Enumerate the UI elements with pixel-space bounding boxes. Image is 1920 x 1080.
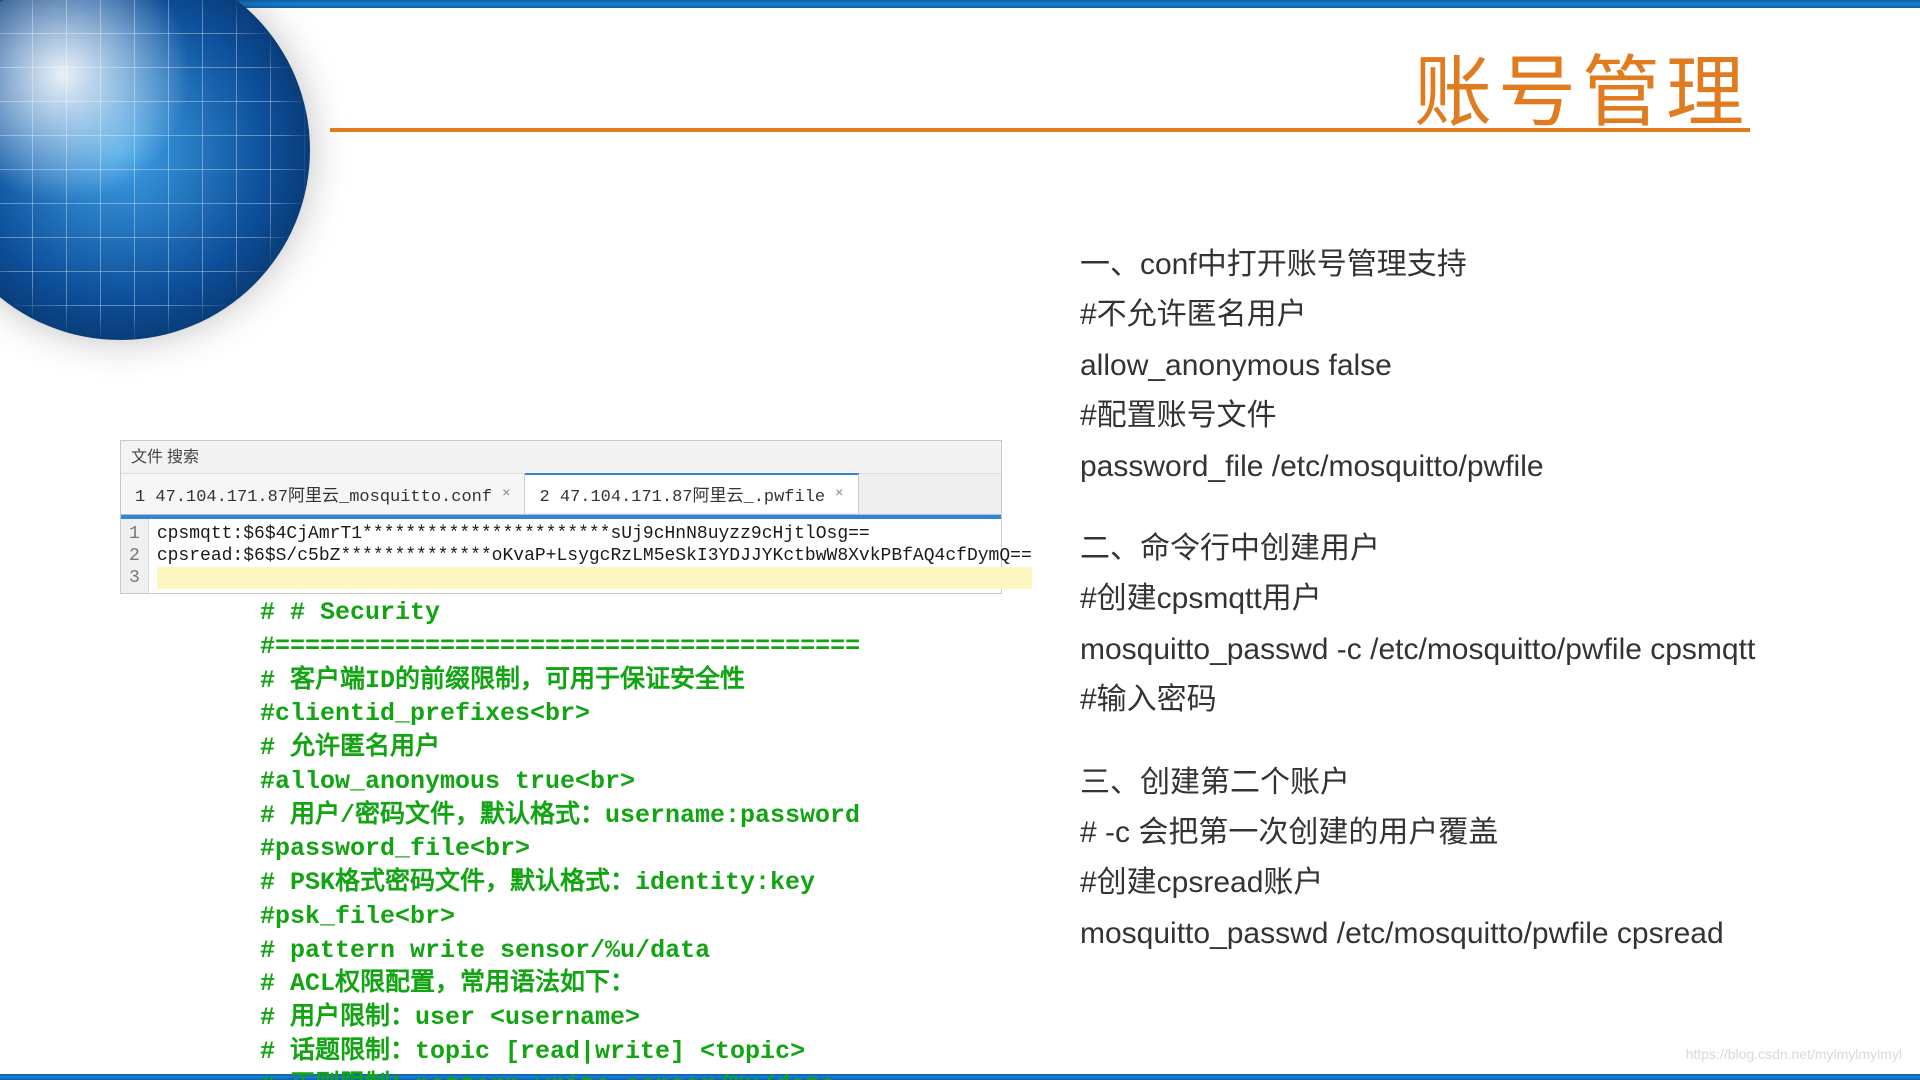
text-line: #不允许匿名用户 — [1080, 290, 1800, 340]
line-gutter: 123 — [121, 519, 149, 593]
text-line: #配置账号文件 — [1080, 391, 1800, 441]
code-line: cpsread:$6$S/c5bZ**************oKvaP+Lsy… — [157, 545, 1032, 567]
text-line: #创建cpsread账户 — [1080, 858, 1800, 908]
code-line: cpsmqtt:$6$4CjAmrT1*********************… — [157, 523, 1032, 545]
editor-window: 文件 搜索 1 47.104.171.87阿里云_mosquitto.conf … — [120, 440, 1002, 594]
code-line — [157, 567, 1032, 589]
slide: { "title": "账号管理", "editor": { "menu": "… — [0, 0, 1920, 1080]
section-heading: 三、创建第二个账户 — [1080, 758, 1800, 808]
editor-menubar: 文件 搜索 — [121, 441, 1001, 474]
title-underline — [330, 128, 1750, 132]
editor-body: 123 cpsmqtt:$6$4CjAmrT1*****************… — [121, 519, 1001, 593]
watermark: https://blog.csdn.net/mylmylmylmyl — [1686, 1046, 1902, 1062]
code-lines: cpsmqtt:$6$4CjAmrT1*********************… — [149, 519, 1040, 593]
text-line: password_file /etc/mosquitto/pwfile — [1080, 442, 1800, 492]
globe-decoration — [0, 0, 310, 340]
editor-tab-2[interactable]: 2 47.104.171.87阿里云_.pwfile × — [525, 473, 858, 513]
tab-label: 1 47.104.171.87阿里云_mosquitto.conf — [135, 481, 492, 507]
editor-tab-1[interactable]: 1 47.104.171.87阿里云_mosquitto.conf × — [121, 474, 525, 514]
tab-label: 2 47.104.171.87阿里云_.pwfile — [539, 481, 825, 507]
top-border — [0, 0, 1920, 8]
close-icon[interactable]: × — [502, 486, 510, 502]
right-column: 一、conf中打开账号管理支持 #不允许匿名用户 allow_anonymous… — [1080, 240, 1800, 959]
text-line: mosquitto_passwd /etc/mosquitto/pwfile c… — [1080, 909, 1800, 959]
text-line: mosquitto_passwd -c /etc/mosquitto/pwfil… — [1080, 625, 1800, 675]
text-line: #创建cpsmqtt用户 — [1080, 574, 1800, 624]
slide-title: 账号管理 — [1414, 30, 1750, 142]
text-line: allow_anonymous false — [1080, 341, 1800, 391]
text-line: # -c 会把第一次创建的用户覆盖 — [1080, 808, 1800, 858]
config-snippet: # # Security #==========================… — [260, 596, 860, 1080]
section-heading: 二、命令行中创建用户 — [1080, 524, 1800, 574]
close-icon[interactable]: × — [835, 486, 843, 502]
editor-tabs: 1 47.104.171.87阿里云_mosquitto.conf × 2 47… — [121, 474, 1001, 515]
text-line: #输入密码 — [1080, 675, 1800, 725]
section-heading: 一、conf中打开账号管理支持 — [1080, 240, 1800, 290]
